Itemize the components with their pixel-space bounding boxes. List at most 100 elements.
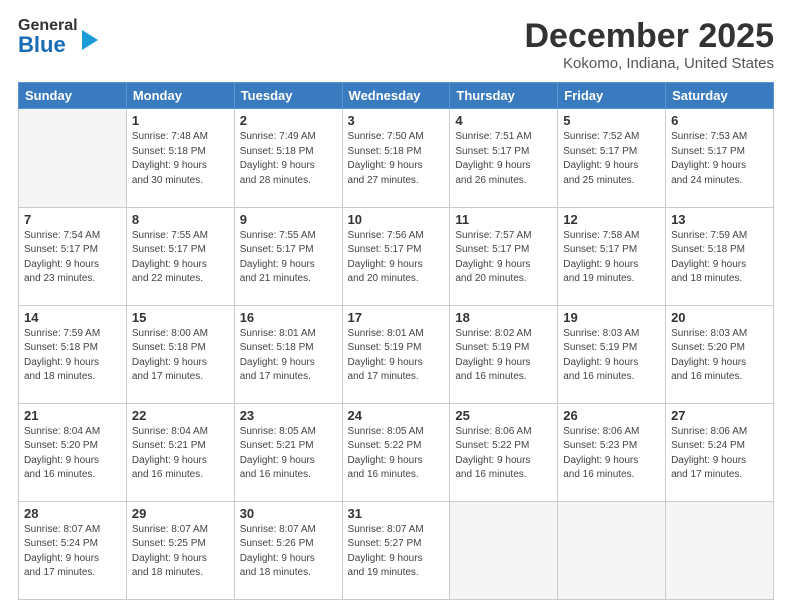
cell-info: Sunrise: 8:07 AM Sunset: 5:27 PM Dayligh… <box>348 523 445 581</box>
cell-info: Sunrise: 7:50 AM Sunset: 5:18 PM Dayligh… <box>348 130 445 188</box>
cell-info: Sunrise: 7:53 AM Sunset: 5:17 PM Dayligh… <box>671 130 768 188</box>
calendar-header-tuesday: Tuesday <box>234 83 342 109</box>
calendar-header-sunday: Sunday <box>19 83 127 109</box>
header: General Blue December 2025 Kokomo, India… <box>18 18 774 72</box>
day-number: 6 <box>671 113 768 128</box>
cell-info: Sunrise: 7:51 AM Sunset: 5:17 PM Dayligh… <box>455 130 552 188</box>
calendar-cell: 2Sunrise: 7:49 AM Sunset: 5:18 PM Daylig… <box>234 109 342 207</box>
cell-info: Sunrise: 8:07 AM Sunset: 5:25 PM Dayligh… <box>132 523 229 581</box>
day-number: 21 <box>24 408 121 423</box>
calendar-cell: 19 Sunrise: 8:03 AM Sunset: 5:19 PM Dayli… <box>558 305 666 403</box>
day-number: 24 <box>348 408 445 423</box>
calendar-cell: 12Sunrise: 7:58 AM Sunset: 5:17 PM Dayli… <box>558 207 666 305</box>
calendar-cell: 15Sunrise: 8:00 AM Sunset: 5:18 PM Dayli… <box>126 305 234 403</box>
title-block: December 2025 Kokomo, Indiana, United St… <box>524 18 774 72</box>
calendar-header-saturday: Saturday <box>666 83 774 109</box>
day-number: 23 <box>240 408 337 423</box>
calendar-cell: 21Sunrise: 8:04 AM Sunset: 5:20 PM Dayli… <box>19 403 127 501</box>
day-number: 30 <box>240 506 337 521</box>
day-number: 14 <box>24 310 121 325</box>
calendar-header-wednesday: Wednesday <box>342 83 450 109</box>
calendar-header-thursday: Thursday <box>450 83 558 109</box>
cell-info: Sunrise: 8:02 AM Sunset: 5:19 PM Dayligh… <box>455 327 552 385</box>
day-number: 8 <box>132 212 229 227</box>
calendar-cell: 31 Sunrise: 8:07 AM Sunset: 5:27 PM Dayli… <box>342 501 450 599</box>
calendar-table: SundayMondayTuesdayWednesdayThursdayFrid… <box>18 82 774 600</box>
day-number: 10 <box>348 212 445 227</box>
day-number: 15 <box>132 310 229 325</box>
cell-info: Sunrise: 7:48 AM Sunset: 5:18 PM Dayligh… <box>132 130 229 188</box>
month-title: December 2025 <box>524 18 774 55</box>
day-number: 28 <box>24 506 121 521</box>
logo-blue-text: Blue <box>18 34 78 56</box>
calendar-cell: 7Sunrise: 7:54 AM Sunset: 5:17 PM Daylig… <box>19 207 127 305</box>
logo: General Blue <box>18 18 98 56</box>
calendar-cell: 11 Sunrise: 7:57 AM Sunset: 5:17 PM Dayli… <box>450 207 558 305</box>
calendar-cell: 29 Sunrise: 8:07 AM Sunset: 5:25 PM Dayli… <box>126 501 234 599</box>
calendar-cell <box>450 501 558 599</box>
calendar-cell: 13Sunrise: 7:59 AM Sunset: 5:18 PM Dayli… <box>666 207 774 305</box>
calendar-week-4: 28 Sunrise: 8:07 AM Sunset: 5:24 PM Dayli… <box>19 501 774 599</box>
day-number: 17 <box>348 310 445 325</box>
calendar-cell <box>19 109 127 207</box>
day-number: 11 <box>455 212 552 227</box>
calendar-cell: 27 Sunrise: 8:06 AM Sunset: 5:24 PM Dayli… <box>666 403 774 501</box>
day-number: 22 <box>132 408 229 423</box>
calendar-cell <box>558 501 666 599</box>
day-number: 27 <box>671 408 768 423</box>
cell-info: Sunrise: 8:01 AM Sunset: 5:18 PM Dayligh… <box>240 327 337 385</box>
calendar-week-3: 21Sunrise: 8:04 AM Sunset: 5:20 PM Dayli… <box>19 403 774 501</box>
calendar-cell: 18 Sunrise: 8:02 AM Sunset: 5:19 PM Dayli… <box>450 305 558 403</box>
day-number: 3 <box>348 113 445 128</box>
cell-info: Sunrise: 8:06 AM Sunset: 5:23 PM Dayligh… <box>563 425 660 483</box>
day-number: 5 <box>563 113 660 128</box>
calendar-cell: 17 Sunrise: 8:01 AM Sunset: 5:19 PM Dayli… <box>342 305 450 403</box>
calendar-week-1: 7Sunrise: 7:54 AM Sunset: 5:17 PM Daylig… <box>19 207 774 305</box>
day-number: 13 <box>671 212 768 227</box>
calendar-header-monday: Monday <box>126 83 234 109</box>
day-number: 31 <box>348 506 445 521</box>
cell-info: Sunrise: 7:57 AM Sunset: 5:17 PM Dayligh… <box>455 229 552 287</box>
cell-info: Sunrise: 8:03 AM Sunset: 5:19 PM Dayligh… <box>563 327 660 385</box>
cell-info: Sunrise: 7:56 AM Sunset: 5:17 PM Dayligh… <box>348 229 445 287</box>
calendar-cell: 30Sunrise: 8:07 AM Sunset: 5:26 PM Dayli… <box>234 501 342 599</box>
calendar-cell <box>666 501 774 599</box>
cell-info: Sunrise: 8:06 AM Sunset: 5:24 PM Dayligh… <box>671 425 768 483</box>
cell-info: Sunrise: 8:05 AM Sunset: 5:21 PM Dayligh… <box>240 425 337 483</box>
calendar-cell: 24Sunrise: 8:05 AM Sunset: 5:22 PM Dayli… <box>342 403 450 501</box>
day-number: 25 <box>455 408 552 423</box>
day-number: 19 <box>563 310 660 325</box>
cell-info: Sunrise: 7:55 AM Sunset: 5:17 PM Dayligh… <box>132 229 229 287</box>
cell-info: Sunrise: 8:06 AM Sunset: 5:22 PM Dayligh… <box>455 425 552 483</box>
cell-info: Sunrise: 7:55 AM Sunset: 5:17 PM Dayligh… <box>240 229 337 287</box>
calendar-cell: 4Sunrise: 7:51 AM Sunset: 5:17 PM Daylig… <box>450 109 558 207</box>
cell-info: Sunrise: 7:49 AM Sunset: 5:18 PM Dayligh… <box>240 130 337 188</box>
day-number: 29 <box>132 506 229 521</box>
calendar-cell: 14 Sunrise: 7:59 AM Sunset: 5:18 PM Dayli… <box>19 305 127 403</box>
calendar-cell: 8 Sunrise: 7:55 AM Sunset: 5:17 PM Daylig… <box>126 207 234 305</box>
cell-info: Sunrise: 7:58 AM Sunset: 5:17 PM Dayligh… <box>563 229 660 287</box>
calendar-week-2: 14 Sunrise: 7:59 AM Sunset: 5:18 PM Dayli… <box>19 305 774 403</box>
calendar-cell: 20Sunrise: 8:03 AM Sunset: 5:20 PM Dayli… <box>666 305 774 403</box>
day-number: 16 <box>240 310 337 325</box>
calendar-cell: 6 Sunrise: 7:53 AM Sunset: 5:17 PM Daylig… <box>666 109 774 207</box>
calendar-cell: 16 Sunrise: 8:01 AM Sunset: 5:18 PM Dayli… <box>234 305 342 403</box>
calendar-header-row: SundayMondayTuesdayWednesdayThursdayFrid… <box>19 83 774 109</box>
calendar-cell: 26Sunrise: 8:06 AM Sunset: 5:23 PM Dayli… <box>558 403 666 501</box>
cell-info: Sunrise: 7:54 AM Sunset: 5:17 PM Dayligh… <box>24 229 121 287</box>
calendar-cell: 5 Sunrise: 7:52 AM Sunset: 5:17 PM Daylig… <box>558 109 666 207</box>
day-number: 9 <box>240 212 337 227</box>
page: General Blue December 2025 Kokomo, India… <box>0 0 792 612</box>
calendar-cell: 28 Sunrise: 8:07 AM Sunset: 5:24 PM Dayli… <box>19 501 127 599</box>
cell-info: Sunrise: 8:04 AM Sunset: 5:21 PM Dayligh… <box>132 425 229 483</box>
calendar-cell: 22 Sunrise: 8:04 AM Sunset: 5:21 PM Dayli… <box>126 403 234 501</box>
cell-info: Sunrise: 8:07 AM Sunset: 5:24 PM Dayligh… <box>24 523 121 581</box>
calendar-cell: 23 Sunrise: 8:05 AM Sunset: 5:21 PM Dayli… <box>234 403 342 501</box>
calendar-cell: 9 Sunrise: 7:55 AM Sunset: 5:17 PM Daylig… <box>234 207 342 305</box>
location: Kokomo, Indiana, United States <box>524 55 774 72</box>
cell-info: Sunrise: 7:59 AM Sunset: 5:18 PM Dayligh… <box>24 327 121 385</box>
cell-info: Sunrise: 7:52 AM Sunset: 5:17 PM Dayligh… <box>563 130 660 188</box>
day-number: 18 <box>455 310 552 325</box>
calendar-cell: 25 Sunrise: 8:06 AM Sunset: 5:22 PM Dayli… <box>450 403 558 501</box>
cell-info: Sunrise: 8:01 AM Sunset: 5:19 PM Dayligh… <box>348 327 445 385</box>
